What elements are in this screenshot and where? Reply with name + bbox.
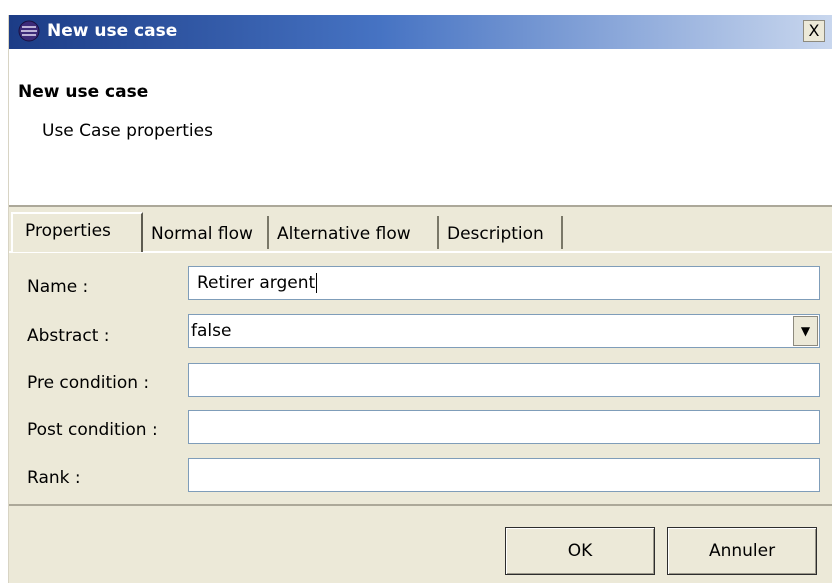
tab-description[interactable]: Description xyxy=(439,216,563,249)
tab-properties[interactable]: Properties xyxy=(11,212,143,252)
window-title: New use case xyxy=(47,21,178,41)
post-condition-field[interactable] xyxy=(188,410,820,444)
abstract-value: false xyxy=(191,321,232,341)
properties-panel: Name : Retirer argent Abstract : false ▼… xyxy=(9,251,832,506)
abstract-dropdown[interactable]: false ▼ xyxy=(188,314,820,348)
chevron-down-icon[interactable]: ▼ xyxy=(793,316,818,346)
tab-alternative-flow[interactable]: Alternative flow xyxy=(269,216,439,249)
eclipse-app-icon xyxy=(18,20,40,42)
abstract-label: Abstract : xyxy=(27,326,110,346)
name-field[interactable]: Retirer argent xyxy=(188,266,820,300)
rank-field[interactable] xyxy=(188,458,820,492)
tab-normal-flow[interactable]: Normal flow xyxy=(143,216,269,249)
cancel-button[interactable]: Annuler xyxy=(667,527,817,575)
pre-condition-field[interactable] xyxy=(188,363,820,397)
post-condition-label: Post condition : xyxy=(27,420,158,440)
header-subtitle: Use Case properties xyxy=(42,121,213,141)
pre-condition-label: Pre condition : xyxy=(27,373,150,393)
ok-button[interactable]: OK xyxy=(505,527,655,575)
title-bar[interactable]: New use case X xyxy=(9,15,832,49)
text-caret xyxy=(316,273,318,293)
close-icon[interactable]: X xyxy=(803,20,825,42)
header-title: New use case xyxy=(18,82,149,102)
name-value: Retirer argent xyxy=(197,273,316,293)
header-divider xyxy=(9,205,832,207)
rank-label: Rank : xyxy=(27,468,81,488)
dialog-header: New use case Use Case properties xyxy=(9,49,832,205)
new-use-case-dialog: New use case X New use case Use Case pro… xyxy=(8,15,832,583)
name-label: Name : xyxy=(27,277,89,297)
tab-bar: Properties Normal flow Alternative flow … xyxy=(9,212,832,252)
